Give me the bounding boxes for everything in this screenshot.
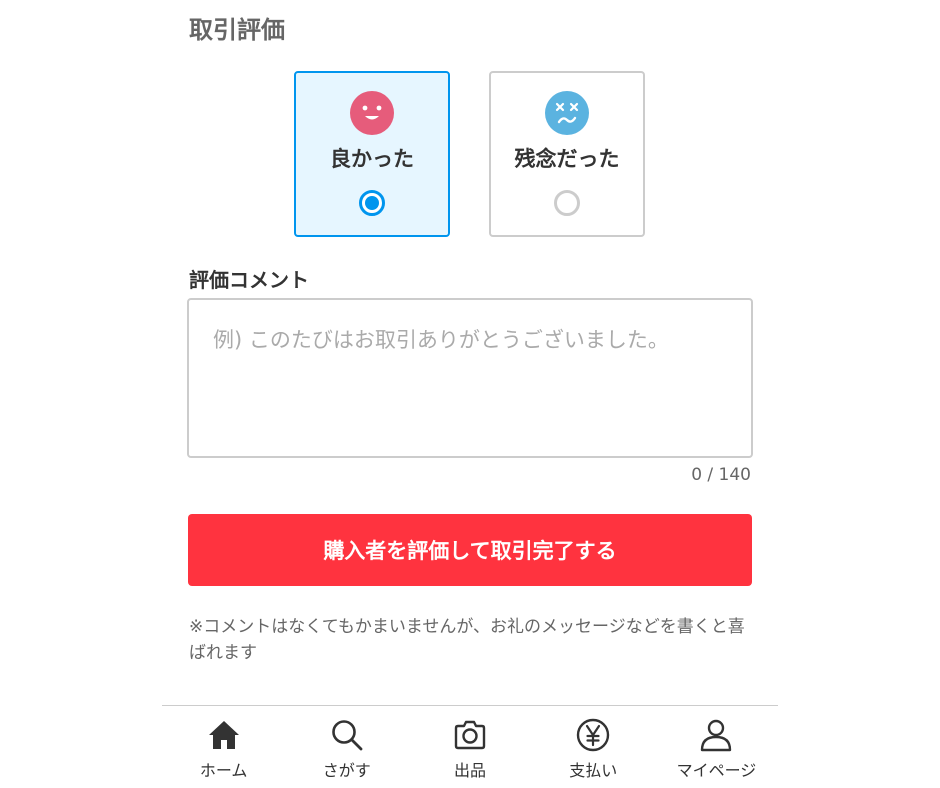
home-icon <box>208 721 239 749</box>
sad-face-icon <box>545 91 589 135</box>
nav-item-search[interactable]: さがす <box>285 706 408 788</box>
nav-label-home: ホーム <box>199 761 248 780</box>
comment-note: ※コメントはなくてもかまいませんが、お礼のメッセージなどを書くと喜ばれます <box>189 617 745 663</box>
rating-option-good-label: 良かった <box>330 147 414 171</box>
page-title: 取引評価 <box>189 16 285 44</box>
camera-icon <box>454 720 486 750</box>
rating-page: 取引評価 良かった 残念だった 評価コメント 0 / 140 購入者を評価して取… <box>0 0 940 788</box>
search-icon <box>331 720 363 751</box>
person-icon <box>701 719 732 752</box>
nav-label-sell: 出品 <box>454 761 487 780</box>
char-counter: 0 / 140 <box>691 465 751 485</box>
rating-good-radio[interactable] <box>359 190 385 216</box>
comment-input[interactable] <box>187 298 753 458</box>
smile-face-icon <box>350 91 394 135</box>
nav-item-home[interactable]: ホーム <box>162 706 285 788</box>
comment-label: 評価コメント <box>189 268 309 292</box>
yen-icon <box>577 718 610 752</box>
bottom-nav: ホーム さがす 出品 支払い マイページ <box>162 705 778 788</box>
nav-item-mypage[interactable]: マイページ <box>655 706 778 788</box>
nav-item-sell[interactable]: 出品 <box>408 706 531 788</box>
rating-option-bad[interactable]: 残念だった <box>489 71 645 237</box>
submit-rating-button[interactable]: 購入者を評価して取引完了する <box>188 514 752 586</box>
rating-bad-radio[interactable] <box>554 190 580 216</box>
nav-label-search: さがす <box>322 761 371 780</box>
rating-option-good[interactable]: 良かった <box>294 71 450 237</box>
nav-label-payment: 支払い <box>569 761 618 780</box>
nav-item-payment[interactable]: 支払い <box>532 706 655 788</box>
nav-label-mypage: マイページ <box>676 761 757 780</box>
rating-option-bad-label: 残念だった <box>514 147 620 171</box>
